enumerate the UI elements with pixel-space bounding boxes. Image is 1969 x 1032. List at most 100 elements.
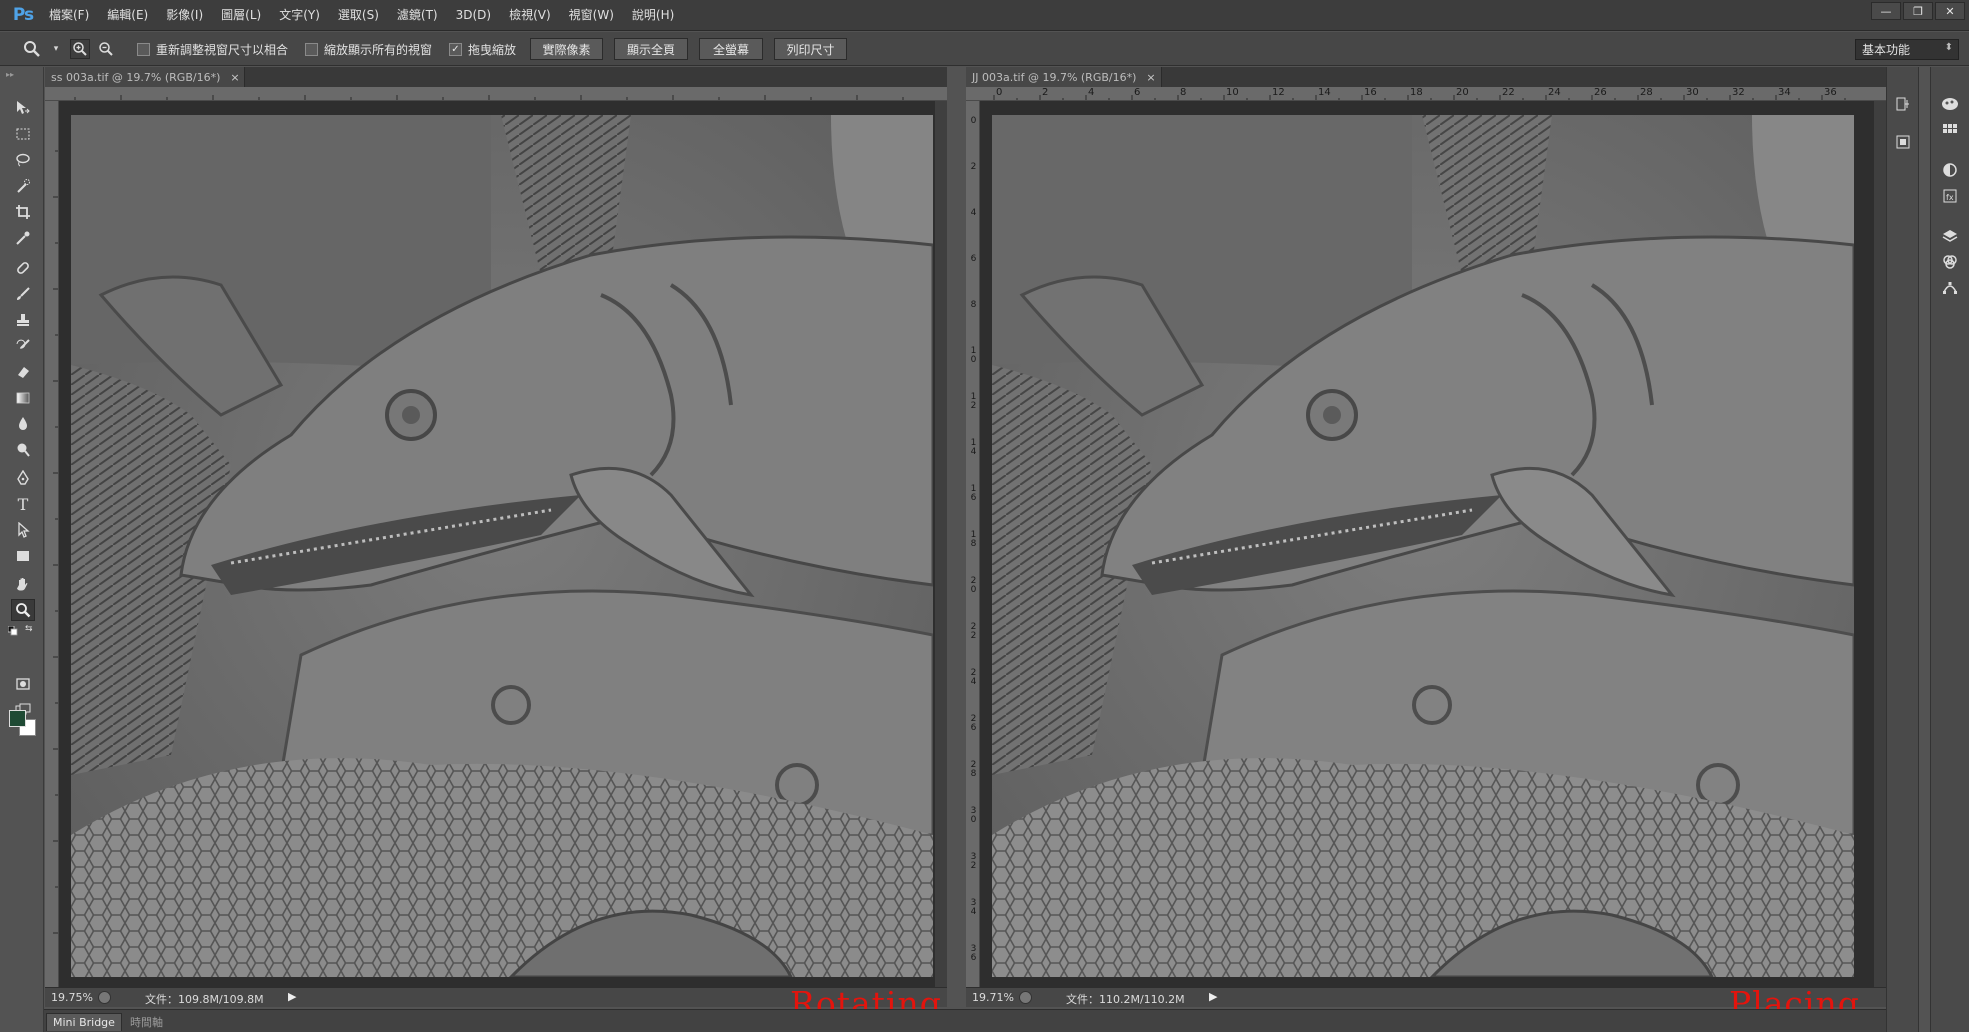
status-menu-arrow-icon[interactable]: ▶ (288, 990, 296, 1003)
menu-3d[interactable]: 3D(D) (447, 0, 500, 31)
actual-pixels-button[interactable]: 實際像素 (530, 38, 603, 60)
workspace-select[interactable]: 基本功能 ⬍ (1855, 39, 1959, 60)
crop-tool-icon[interactable] (11, 201, 35, 223)
dodge-tool-icon[interactable] (11, 439, 35, 461)
fill-screen-button[interactable]: 全螢幕 (699, 38, 763, 60)
ruler-v-label: 4 (970, 208, 977, 218)
fit-screen-button[interactable]: 顯示全頁 (614, 38, 688, 60)
hand-tool-icon[interactable] (11, 573, 35, 595)
menu-file[interactable]: 檔案(F) (40, 0, 98, 31)
document-tab-right[interactable]: JJ 003a.tif @ 19.7% (RGB/16*) × (966, 67, 1162, 87)
document-image-right (992, 115, 1854, 977)
healing-brush-tool-icon[interactable] (11, 257, 35, 279)
scrubby-zoom-option[interactable]: ✓ 拖曳縮放 (449, 41, 516, 58)
ruler-v-label: 26 (970, 714, 977, 733)
quick-mask-icon[interactable] (11, 673, 35, 695)
status-menu-arrow-icon[interactable]: ▶ (1209, 990, 1217, 1003)
ruler-v-label: 12 (970, 392, 977, 411)
tools-panel: ▸▸ T ⇆ (0, 67, 44, 1032)
zoom-tool-preset-icon[interactable] (22, 39, 42, 59)
resize-windows-label: 重新調整視窗尺寸以相合 (156, 43, 289, 57)
zoom-all-windows-checkbox[interactable] (305, 43, 318, 56)
rectangle-tool-icon[interactable] (11, 545, 35, 567)
zoom-in-icon[interactable] (70, 39, 90, 59)
ruler-v-label: 34 (970, 898, 977, 917)
zoom-tool-icon[interactable] (11, 599, 35, 621)
print-size-button[interactable]: 列印尺寸 (774, 38, 847, 60)
ruler-v-label: 0 (970, 116, 977, 126)
canvas-area-right[interactable] (980, 101, 1886, 987)
document-info[interactable]: 文件：109.8M/109.8M (145, 991, 264, 1007)
resize-windows-checkbox[interactable] (137, 43, 150, 56)
ruler-v-label: 36 (970, 944, 977, 963)
share-icon[interactable] (1019, 991, 1032, 1004)
horizontal-ruler (45, 87, 947, 101)
minimize-button[interactable]: — (1871, 2, 1901, 20)
preset-dropdown-icon[interactable]: ▾ (46, 39, 66, 59)
layers-panel-icon[interactable] (1939, 225, 1961, 247)
menu-view[interactable]: 檢視(V) (500, 0, 560, 31)
photoshop-window: Ps 檔案(F) 編輯(E) 影像(I) 圖層(L) 文字(Y) 選取(S) 濾… (0, 0, 1969, 1032)
path-selection-tool-icon[interactable] (11, 519, 35, 541)
ruler-v-label: 20 (970, 576, 977, 595)
tab-mini-bridge[interactable]: Mini Bridge (46, 1013, 122, 1031)
close-icon[interactable]: × (230, 71, 239, 84)
menu-filter[interactable]: 濾鏡(T) (388, 0, 447, 31)
zoom-all-windows-option[interactable]: 縮放顯示所有的視窗 (305, 41, 432, 58)
pen-tool-icon[interactable] (11, 467, 35, 489)
menu-select[interactable]: 選取(S) (329, 0, 388, 31)
menu-edit[interactable]: 編輯(E) (98, 0, 157, 31)
lasso-tool-icon[interactable] (11, 149, 35, 171)
type-tool-icon[interactable]: T (11, 493, 35, 515)
document-window-left: ss 003a.tif @ 19.7% (RGB/16*) × 19.75% 文… (45, 67, 947, 1007)
default-colors-icon[interactable] (7, 625, 18, 636)
swatches-panel-icon[interactable] (1939, 119, 1961, 141)
menu-layer[interactable]: 圖層(L) (212, 0, 270, 31)
resize-windows-option[interactable]: 重新調整視窗尺寸以相合 (137, 41, 288, 58)
foreground-color-swatch[interactable] (9, 710, 26, 727)
actions-panel-icon[interactable] (1892, 131, 1914, 153)
eraser-tool-icon[interactable] (11, 361, 35, 383)
swap-colors-icon[interactable]: ⇆ (25, 624, 37, 634)
chevron-down-icon: ⬍ (1944, 42, 1953, 53)
marquee-tool-icon[interactable] (11, 123, 35, 145)
menu-window[interactable]: 視窗(W) (560, 0, 623, 31)
menu-image[interactable]: 影像(I) (157, 0, 212, 31)
vertical-scrollbar[interactable] (935, 101, 947, 987)
panel-collapse-icon[interactable]: ▸▸ (6, 70, 36, 79)
bottom-panel-bar: Mini Bridge 時間軸 (44, 1009, 1886, 1032)
eyedropper-tool-icon[interactable] (11, 227, 35, 249)
ruler-v-label: 2 (970, 162, 977, 172)
document-info[interactable]: 文件：110.2M/110.2M (1066, 991, 1185, 1007)
document-tab-left[interactable]: ss 003a.tif @ 19.7% (RGB/16*) × (45, 67, 245, 87)
brush-tool-icon[interactable] (11, 283, 35, 305)
tab-timeline[interactable]: 時間軸 (124, 1013, 169, 1031)
history-brush-tool-icon[interactable] (11, 335, 35, 357)
svg-text:fx: fx (1946, 193, 1954, 202)
adjustments-panel-icon[interactable] (1939, 159, 1961, 181)
clone-stamp-tool-icon[interactable] (11, 309, 35, 331)
channels-panel-icon[interactable] (1939, 251, 1961, 273)
scrubby-zoom-checkbox[interactable]: ✓ (449, 43, 462, 56)
gradient-tool-icon[interactable] (11, 387, 35, 409)
menu-help[interactable]: 說明(H) (623, 0, 683, 31)
zoom-level[interactable]: 19.71% (972, 991, 1014, 1004)
history-panel-icon[interactable] (1892, 93, 1914, 115)
zoom-out-icon[interactable] (96, 39, 116, 59)
close-icon[interactable]: × (1146, 71, 1155, 84)
share-icon[interactable] (98, 991, 111, 1004)
close-button[interactable]: ✕ (1935, 2, 1965, 20)
paths-panel-icon[interactable] (1939, 277, 1961, 299)
styles-panel-icon[interactable]: fx (1939, 185, 1961, 207)
move-tool-icon[interactable] (11, 97, 35, 119)
restore-button[interactable]: ❐ (1903, 2, 1933, 20)
quick-selection-tool-icon[interactable] (11, 175, 35, 197)
vertical-scrollbar[interactable] (1874, 101, 1886, 987)
blur-tool-icon[interactable] (11, 413, 35, 435)
ruler-v-label: 30 (970, 806, 977, 825)
color-panel-icon[interactable] (1939, 93, 1961, 115)
zoom-level[interactable]: 19.75% (51, 991, 93, 1004)
right-panel-dock: fx (1886, 67, 1969, 1032)
menu-type[interactable]: 文字(Y) (270, 0, 329, 31)
canvas-area-left[interactable] (59, 101, 947, 987)
